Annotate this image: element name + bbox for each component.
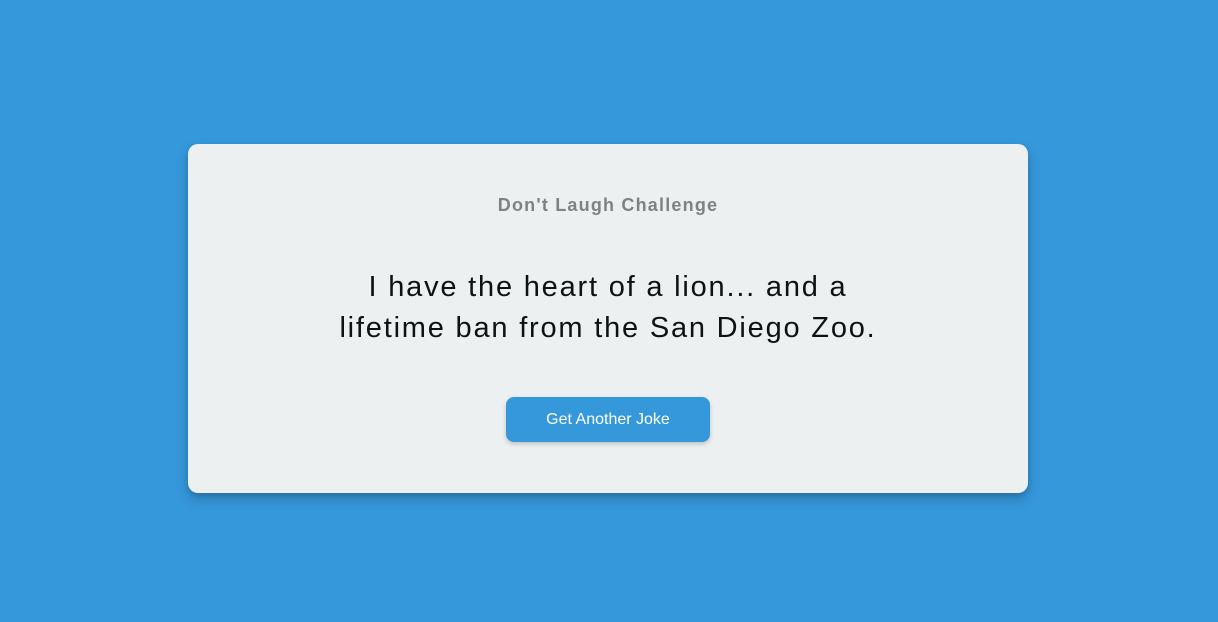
get-another-joke-button[interactable]: Get Another Joke <box>506 397 710 442</box>
joke-card: Don't Laugh Challenge I have the heart o… <box>188 144 1028 493</box>
joke-text: I have the heart of a lion... and a life… <box>339 271 877 344</box>
card-title: Don't Laugh Challenge <box>497 195 719 215</box>
